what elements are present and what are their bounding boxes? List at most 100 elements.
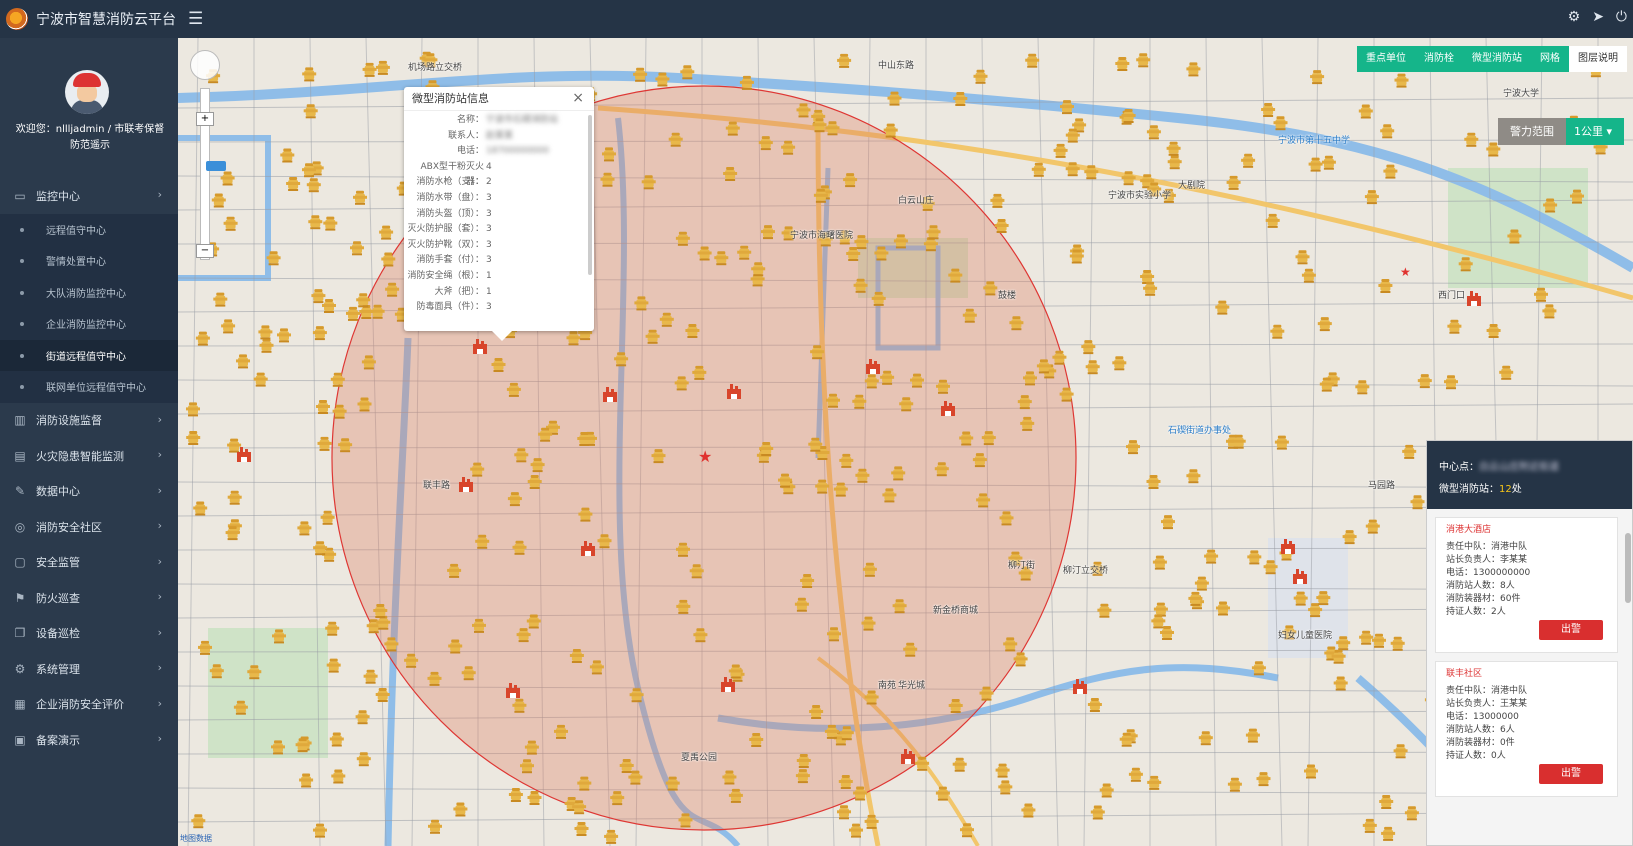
- hydrant-icon[interactable]: [227, 438, 242, 453]
- hydrant-icon[interactable]: [849, 823, 863, 838]
- hydrant-icon[interactable]: [527, 791, 542, 805]
- hydrant-icon[interactable]: [1270, 324, 1285, 339]
- hydrant-icon[interactable]: [1542, 304, 1557, 319]
- hydrant-icon[interactable]: [1304, 764, 1318, 779]
- hydrant-icon[interactable]: [1099, 783, 1114, 798]
- hydrant-icon[interactable]: [1381, 826, 1396, 841]
- hydrant-icon[interactable]: [604, 829, 619, 844]
- hydrant-icon[interactable]: [1085, 360, 1100, 375]
- menu-item[interactable]: ◎ 消防安全社区 ›: [0, 509, 178, 545]
- hydrant-icon[interactable]: [353, 190, 367, 205]
- hydrant-icon[interactable]: [1308, 157, 1323, 172]
- hydrant-icon[interactable]: [303, 104, 318, 119]
- hydrant-icon[interactable]: [286, 177, 301, 191]
- layer-tab[interactable]: 网格: [1531, 46, 1569, 72]
- hydrant-icon[interactable]: [320, 510, 335, 525]
- hydrant-icon[interactable]: [952, 757, 967, 772]
- hydrant-icon[interactable]: [1379, 795, 1394, 809]
- zoom-thumb[interactable]: [206, 161, 226, 171]
- hydrant-icon[interactable]: [223, 216, 238, 231]
- hydrant-icon[interactable]: [259, 338, 274, 353]
- layer-tab[interactable]: 重点单位: [1357, 46, 1415, 72]
- hydrant-icon[interactable]: [253, 372, 268, 387]
- map-canvas[interactable]: ★★: [178, 38, 1633, 846]
- hydrant-icon[interactable]: [280, 148, 295, 163]
- hydrant-icon[interactable]: [362, 62, 377, 77]
- submenu-item[interactable]: 警情处置中心: [0, 245, 178, 277]
- fire-station-icon[interactable]: [1467, 291, 1481, 306]
- hydrant-icon[interactable]: [312, 326, 327, 341]
- hydrant-icon[interactable]: [1097, 603, 1112, 618]
- zoom-in-button[interactable]: +: [196, 112, 214, 126]
- hydrant-icon[interactable]: [363, 669, 378, 684]
- hydrant-icon[interactable]: [1362, 818, 1377, 833]
- hydrant-icon[interactable]: [375, 60, 390, 75]
- hydrant-icon[interactable]: [1152, 555, 1167, 570]
- hydrant-icon[interactable]: [195, 331, 210, 346]
- hydrant-icon[interactable]: [297, 521, 312, 536]
- hydrant-icon[interactable]: [1355, 380, 1370, 395]
- hydrant-icon[interactable]: [1215, 300, 1230, 315]
- avatar[interactable]: [65, 70, 109, 114]
- hydrant-icon[interactable]: [1115, 57, 1130, 71]
- hydrant-icon[interactable]: [191, 814, 206, 829]
- hydrant-icon[interactable]: [1383, 164, 1398, 179]
- close-icon[interactable]: ×: [572, 90, 584, 106]
- pan-control[interactable]: [190, 50, 220, 80]
- hydrant-icon[interactable]: [1021, 803, 1036, 818]
- menu-item[interactable]: ⚙ 系统管理 ›: [0, 651, 178, 687]
- hydrant-icon[interactable]: [227, 490, 242, 505]
- gear-icon[interactable]: ⚙: [1568, 9, 1581, 25]
- hydrant-icon[interactable]: [1333, 676, 1348, 691]
- hydrant-icon[interactable]: [221, 319, 236, 334]
- hydrant-icon[interactable]: [428, 819, 442, 834]
- hydrant-icon[interactable]: [1295, 250, 1310, 265]
- submenu-item[interactable]: 街道远程值守中心: [0, 339, 178, 371]
- hydrant-icon[interactable]: [1025, 53, 1040, 68]
- hydrant-icon[interactable]: [211, 193, 226, 208]
- hydrant-icon[interactable]: [317, 436, 332, 451]
- hydrant-icon[interactable]: [1245, 728, 1260, 743]
- hydrant-icon[interactable]: [1241, 153, 1256, 168]
- layer-tab[interactable]: 微型消防站: [1463, 46, 1531, 72]
- hydrant-icon[interactable]: [1161, 515, 1175, 530]
- hydrant-icon[interactable]: [331, 769, 346, 784]
- hydrant-icon[interactable]: [1031, 162, 1046, 177]
- hydrant-icon[interactable]: [1112, 356, 1127, 371]
- hydrant-icon[interactable]: [186, 431, 201, 445]
- hydrant-icon[interactable]: [1186, 62, 1201, 77]
- hydrant-icon[interactable]: [1464, 132, 1479, 147]
- hydrant-icon[interactable]: [1128, 767, 1143, 782]
- hydrant-icon[interactable]: [1402, 444, 1417, 459]
- panel-scrollbar[interactable]: [1625, 533, 1631, 603]
- hydrant-icon[interactable]: [355, 710, 370, 725]
- hydrant-icon[interactable]: [990, 193, 1005, 208]
- hydrant-icon[interactable]: [1186, 469, 1201, 484]
- hydrant-icon[interactable]: [1404, 806, 1419, 821]
- hydrant-icon[interactable]: [1447, 319, 1462, 334]
- hydrant-icon[interactable]: [1317, 317, 1332, 332]
- hydrant-icon[interactable]: [508, 788, 523, 802]
- hydrant-icon[interactable]: [1444, 375, 1458, 390]
- hydrant-icon[interactable]: [973, 69, 988, 84]
- menu-item[interactable]: ▣ 备案演示 ›: [0, 722, 178, 758]
- hydrant-icon[interactable]: [379, 225, 394, 240]
- menu-item[interactable]: ▦ 企业消防安全评价 ›: [0, 687, 178, 723]
- dispatch-button[interactable]: 出警: [1539, 620, 1603, 640]
- hydrant-icon[interactable]: [1081, 340, 1096, 355]
- hydrant-icon[interactable]: [1417, 374, 1432, 389]
- popup-scrollbar[interactable]: [588, 115, 592, 275]
- hydrant-icon[interactable]: [1365, 519, 1380, 534]
- hydrant-icon[interactable]: [1499, 365, 1514, 380]
- hydrant-icon[interactable]: [1274, 435, 1289, 450]
- force-range-select[interactable]: 1公里 ▾: [1566, 118, 1624, 145]
- hydrant-icon[interactable]: [329, 732, 344, 747]
- hydrant-icon[interactable]: [346, 306, 360, 321]
- hydrant-icon[interactable]: [308, 215, 323, 230]
- hydrant-icon[interactable]: [1226, 175, 1241, 190]
- hydrant-icon[interactable]: [306, 178, 321, 193]
- hydrant-icon[interactable]: [1146, 125, 1161, 140]
- submenu-item[interactable]: 大队消防监控中心: [0, 276, 178, 308]
- hydrant-icon[interactable]: [1486, 324, 1501, 338]
- hydrant-icon[interactable]: [1136, 53, 1151, 68]
